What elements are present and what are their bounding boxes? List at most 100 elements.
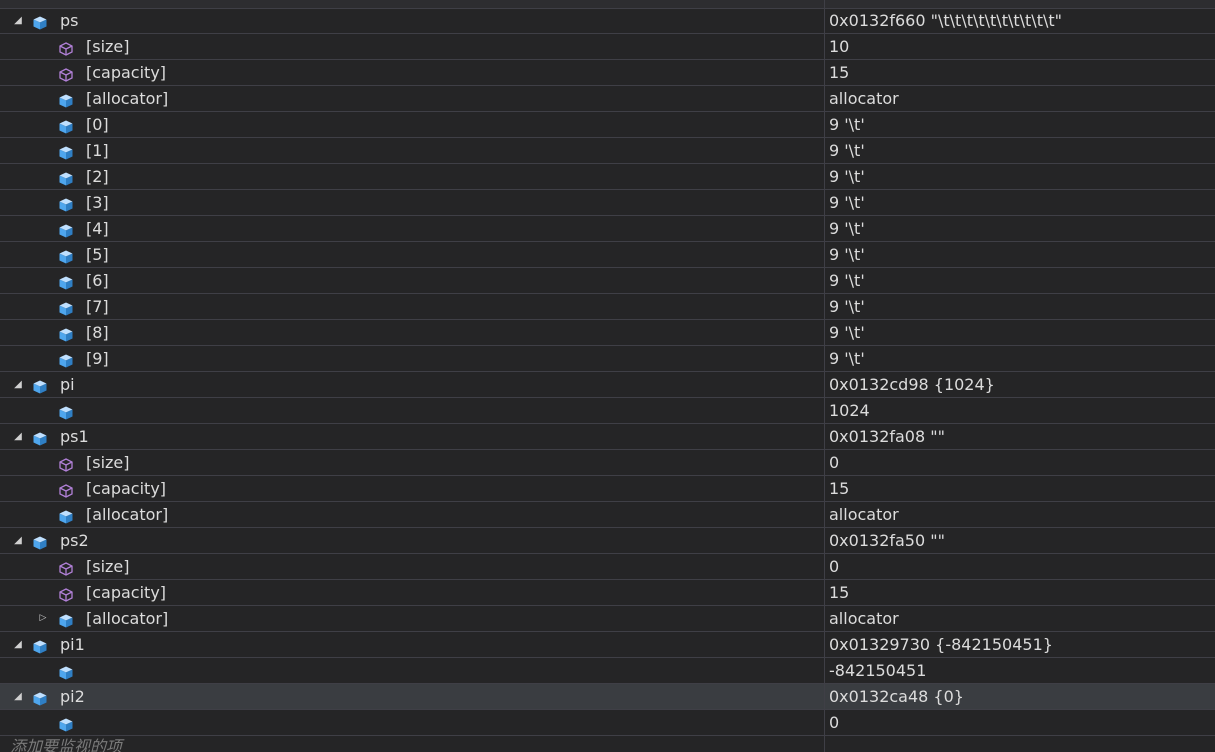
watch-value[interactable]: 9 '\t'	[829, 164, 1213, 189]
watch-value[interactable]: 9 '\t'	[829, 320, 1213, 345]
watch-row-member[interactable]: [size] 10	[0, 34, 1215, 60]
watch-value[interactable]: 9 '\t'	[829, 112, 1213, 137]
watch-value[interactable]: 9 '\t'	[829, 268, 1213, 293]
object-cube-icon	[58, 273, 74, 290]
name-cell[interactable]: [6]	[0, 268, 824, 293]
object-cube-icon	[58, 663, 74, 680]
watch-row-member[interactable]: 1024	[0, 398, 1215, 424]
watch-row-member[interactable]: [4] 9 '\t'	[0, 216, 1215, 242]
property-cube-icon	[58, 65, 74, 82]
name-cell[interactable]: [capacity]	[0, 60, 824, 85]
watch-value[interactable]: 1024	[829, 398, 1213, 423]
watch-row-member[interactable]: [capacity] 15	[0, 580, 1215, 606]
name-cell[interactable]: [8]	[0, 320, 824, 345]
watch-value[interactable]: 0	[829, 554, 1213, 579]
name-cell[interactable]: [5]	[0, 242, 824, 267]
watch-value[interactable]: allocator	[829, 606, 1213, 631]
watch-value[interactable]: -842150451	[829, 658, 1213, 683]
name-cell[interactable]: [9]	[0, 346, 824, 371]
expand-arrow-expanded-icon[interactable]: ◢	[11, 528, 25, 553]
watch-value[interactable]: 9 '\t'	[829, 242, 1213, 267]
name-cell[interactable]: [capacity]	[0, 476, 824, 501]
watch-row-member[interactable]: [6] 9 '\t'	[0, 268, 1215, 294]
watch-row-member[interactable]: ▷ [allocator] allocator	[0, 606, 1215, 632]
object-cube-icon	[58, 117, 74, 134]
watch-value[interactable]: 15	[829, 476, 1213, 501]
watch-row-member[interactable]: -842150451	[0, 658, 1215, 684]
name-cell[interactable]: [1]	[0, 138, 824, 163]
expand-arrow-collapsed-icon[interactable]: ▷	[36, 606, 50, 631]
watch-row-member[interactable]: [8] 9 '\t'	[0, 320, 1215, 346]
name-cell[interactable]: [4]	[0, 216, 824, 241]
watch-value[interactable]: 9 '\t'	[829, 346, 1213, 371]
watch-row-member[interactable]: [capacity] 15	[0, 476, 1215, 502]
watch-value[interactable]: 0	[829, 710, 1213, 735]
watch-row-member[interactable]: [size] 0	[0, 450, 1215, 476]
watch-row-variable[interactable]: ◢ ps 0x0132f660 "\t\t\t\t\t\t\t\t\t\t"	[0, 8, 1215, 34]
name-cell[interactable]: ▷ [allocator]	[0, 606, 824, 631]
expand-arrow-expanded-icon[interactable]: ◢	[11, 632, 25, 657]
add-watch-row[interactable]: 添加要监视的项	[0, 736, 824, 752]
watch-row-variable[interactable]: ◢ ps1 0x0132fa08 ""	[0, 424, 1215, 450]
name-cell[interactable]: [7]	[0, 294, 824, 319]
watch-value[interactable]: 0x0132fa08 ""	[829, 424, 1213, 449]
watch-row-member[interactable]: [5] 9 '\t'	[0, 242, 1215, 268]
watch-value[interactable]: 0x0132cd98 {1024}	[829, 372, 1213, 397]
watch-value[interactable]: 15	[829, 60, 1213, 85]
name-cell[interactable]: ◢ ps	[0, 8, 824, 33]
watch-value[interactable]: 0	[829, 450, 1213, 475]
name-cell[interactable]: [size]	[0, 554, 824, 579]
name-cell[interactable]: [size]	[0, 450, 824, 475]
watch-value[interactable]: 10	[829, 34, 1213, 59]
watch-row-member[interactable]: [size] 0	[0, 554, 1215, 580]
expand-arrow-expanded-icon[interactable]: ◢	[11, 684, 25, 709]
watch-row-variable[interactable]: ◢ pi 0x0132cd98 {1024}	[0, 372, 1215, 398]
watch-name: [allocator]	[86, 89, 169, 108]
watch-row-variable[interactable]: ◢ pi2 0x0132ca48 {0}	[0, 684, 1215, 710]
column-divider[interactable]	[824, 0, 825, 752]
name-cell[interactable]: [capacity]	[0, 580, 824, 605]
watch-row-member[interactable]: [3] 9 '\t'	[0, 190, 1215, 216]
watch-value[interactable]: 0x0132fa50 ""	[829, 528, 1213, 553]
watch-row-variable[interactable]: ◢ pi1 0x01329730 {-842150451}	[0, 632, 1215, 658]
watch-row-member[interactable]: [0] 9 '\t'	[0, 112, 1215, 138]
watch-row-variable[interactable]: ◢ ps2 0x0132fa50 ""	[0, 528, 1215, 554]
watch-value[interactable]: 0x0132f660 "\t\t\t\t\t\t\t\t\t\t"	[829, 8, 1213, 33]
name-cell[interactable]	[0, 658, 824, 683]
watch-value[interactable]: 15	[829, 580, 1213, 605]
watch-row-member[interactable]: [2] 9 '\t'	[0, 164, 1215, 190]
name-cell[interactable]: ◢ ps1	[0, 424, 824, 449]
name-cell[interactable]: [0]	[0, 112, 824, 137]
expand-arrow-expanded-icon[interactable]: ◢	[11, 8, 25, 33]
watch-value[interactable]: 9 '\t'	[829, 216, 1213, 241]
name-cell[interactable]: ◢ pi2	[0, 684, 824, 709]
watch-row-member[interactable]: [7] 9 '\t'	[0, 294, 1215, 320]
watch-row-member[interactable]: 0	[0, 710, 1215, 736]
name-cell[interactable]: [allocator]	[0, 502, 824, 527]
watch-value[interactable]: 9 '\t'	[829, 138, 1213, 163]
watch-name: [capacity]	[86, 583, 167, 602]
watch-value[interactable]: 0x0132ca48 {0}	[829, 684, 1213, 709]
name-cell[interactable]: [size]	[0, 34, 824, 59]
watch-value[interactable]: 9 '\t'	[829, 190, 1213, 215]
watch-value[interactable]: 0x01329730 {-842150451}	[829, 632, 1213, 657]
name-cell[interactable]	[0, 398, 824, 423]
name-cell[interactable]: [2]	[0, 164, 824, 189]
watch-row-member[interactable]: [allocator] allocator	[0, 502, 1215, 528]
watch-value[interactable]: allocator	[829, 86, 1213, 111]
name-cell[interactable]	[0, 710, 824, 735]
name-cell[interactable]: [3]	[0, 190, 824, 215]
watch-name: [size]	[86, 557, 130, 576]
name-cell[interactable]: ◢ ps2	[0, 528, 824, 553]
name-cell[interactable]: ◢ pi	[0, 372, 824, 397]
expand-arrow-expanded-icon[interactable]: ◢	[11, 424, 25, 449]
watch-row-member[interactable]: [capacity] 15	[0, 60, 1215, 86]
watch-row-member[interactable]: [9] 9 '\t'	[0, 346, 1215, 372]
watch-row-member[interactable]: [1] 9 '\t'	[0, 138, 1215, 164]
expand-arrow-expanded-icon[interactable]: ◢	[11, 372, 25, 397]
watch-row-member[interactable]: [allocator] allocator	[0, 86, 1215, 112]
name-cell[interactable]: ◢ pi1	[0, 632, 824, 657]
name-cell[interactable]: [allocator]	[0, 86, 824, 111]
watch-value[interactable]: 9 '\t'	[829, 294, 1213, 319]
watch-value[interactable]: allocator	[829, 502, 1213, 527]
